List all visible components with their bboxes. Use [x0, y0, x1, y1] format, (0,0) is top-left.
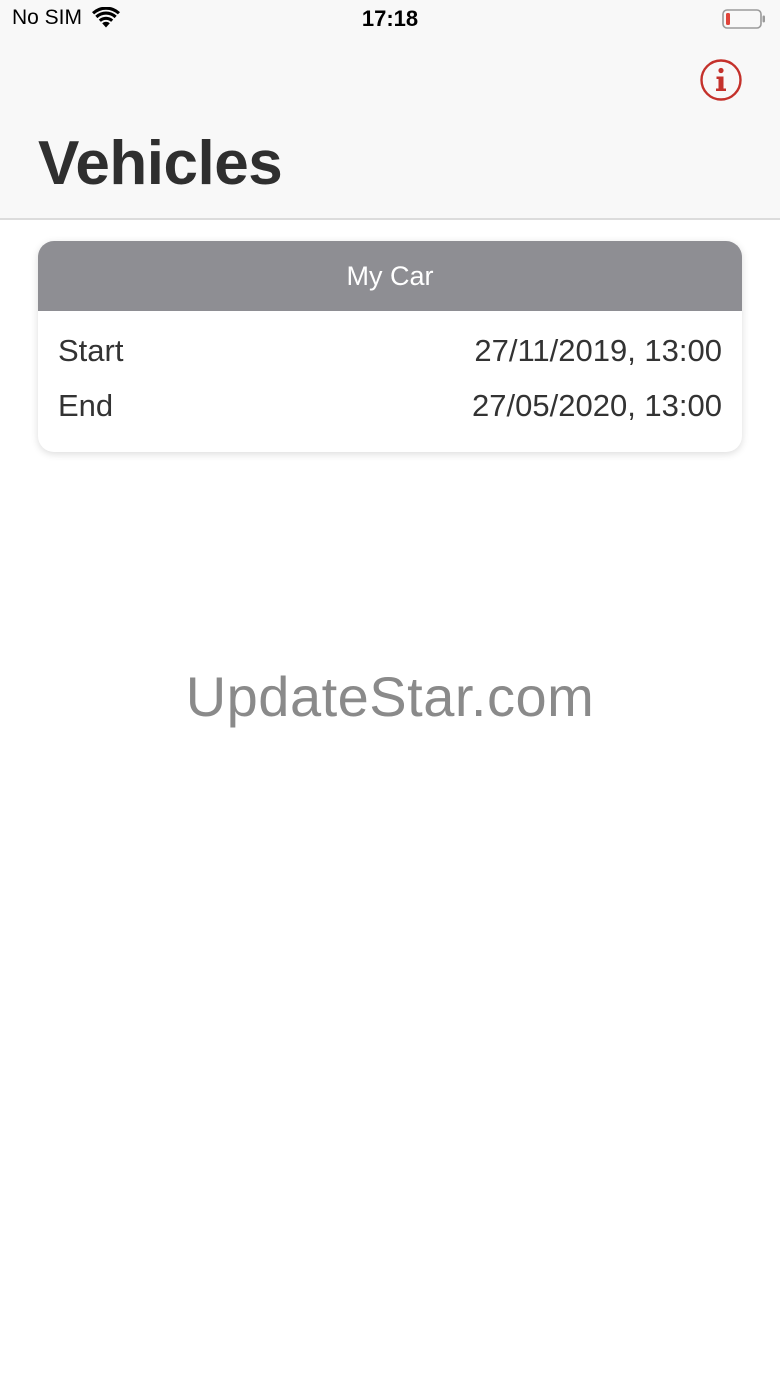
page-title: Vehicles: [38, 129, 283, 198]
status-time: 17:18: [361, 6, 419, 31]
vehicle-card[interactable]: My Car Start 27/11/2019, 13:00 End 27/05…: [38, 241, 742, 452]
end-value: 27/05/2020, 13:00: [472, 388, 722, 423]
end-label: End: [58, 388, 114, 423]
app-screen: No SIM 17:18 Vehicles My Car Start 27/11…: [0, 0, 780, 1387]
battery-icon: [722, 9, 765, 29]
vehicle-name: My Car: [346, 260, 434, 291]
start-label: Start: [58, 333, 124, 368]
start-row: Start 27/11/2019, 13:00: [58, 333, 722, 369]
info-icon[interactable]: [699, 58, 743, 102]
navigation-bar: Vehicles: [0, 40, 780, 220]
watermark-text: UpdateStar.com: [185, 665, 595, 728]
start-value: 27/11/2019, 13:00: [474, 333, 722, 368]
end-row: End 27/05/2020, 13:00: [58, 388, 722, 424]
status-bar: No SIM 17:18: [0, 0, 780, 40]
vehicle-card-header: My Car: [38, 241, 742, 311]
